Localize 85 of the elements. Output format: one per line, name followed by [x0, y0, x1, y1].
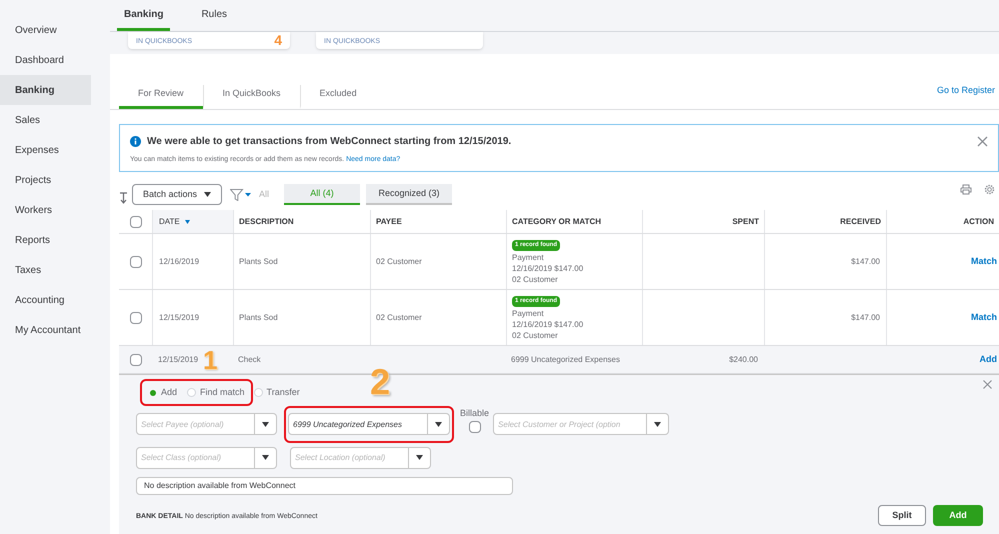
sidebar-item[interactable]: Sales: [0, 105, 110, 135]
close-icon[interactable]: [977, 136, 988, 147]
caret-icon: [654, 422, 662, 426]
table-cell: 12/15/2019: [159, 312, 200, 324]
table-cell: $147.00: [851, 312, 880, 324]
checkbox[interactable]: [130, 216, 142, 228]
card-count: 4: [274, 33, 282, 48]
table-cell: 02 Customer: [376, 312, 422, 324]
sort-icon[interactable]: [119, 192, 128, 204]
billable-checkbox[interactable]: [468, 421, 481, 434]
page-tab[interactable]: Rules: [194, 7, 234, 32]
table-cell: Check: [238, 354, 261, 366]
dropdown-button[interactable]: [428, 413, 450, 435]
dropdown-field[interactable]: Select Payee (optional): [136, 413, 255, 435]
dropdown-button[interactable]: [409, 446, 431, 469]
column-header: SPENT: [732, 216, 759, 228]
printer-icon[interactable]: [960, 184, 972, 195]
dropdown-button[interactable]: [647, 413, 670, 435]
table-cell: Plants Sod: [239, 256, 278, 268]
match-detail: Payment: [512, 308, 545, 318]
annotation-number: 1: [203, 347, 218, 373]
sidebar-item[interactable]: Expenses: [0, 135, 110, 165]
banner-title: We were able to get transactions from WebConnect starting from 12/15/2019.: [147, 135, 512, 149]
caret-icon: [204, 192, 212, 197]
table-cell: $147.00: [851, 256, 880, 268]
billable-label: Billable: [460, 406, 490, 420]
dropdown-field[interactable]: Select Class (optional): [136, 446, 255, 469]
match-detail: 12/16/2019 $147.00: [512, 320, 584, 328]
batch-actions-button[interactable]: Batch actions: [132, 184, 222, 205]
row-action-link[interactable]: Match: [970, 310, 997, 324]
checkbox[interactable]: [130, 354, 142, 366]
sort-caret-icon: [184, 220, 190, 224]
sidebar-item[interactable]: Dashboard: [0, 45, 110, 75]
column-header: DESCRIPTION: [239, 216, 294, 228]
match-detail: 02 Customer: [512, 274, 559, 284]
match-detail: 02 Customer: [512, 330, 559, 340]
column-header: PAYEE: [376, 216, 402, 228]
table-cell: Plants Sod: [239, 312, 278, 324]
table-cell: 12/16/2019: [159, 256, 200, 268]
dropdown-field[interactable]: 6999 Uncategorized Expenses: [288, 413, 428, 435]
caret-icon: [262, 422, 269, 426]
sidebar-item[interactable]: Workers: [0, 195, 110, 225]
dropdown-field[interactable]: Select Customer or Project (option: [493, 413, 648, 435]
split-button[interactable]: Split: [878, 505, 926, 526]
memo-field[interactable]: No description available from WebConnect: [136, 476, 513, 495]
match-detail: 12/16/2019 $147.00: [512, 264, 584, 272]
close-icon[interactable]: [983, 380, 992, 389]
sidebar-item[interactable]: Taxes: [0, 255, 110, 285]
review-tab[interactable]: Excluded: [300, 85, 376, 109]
mode-radio[interactable]: Add: [148, 386, 178, 400]
sidebar-item[interactable]: Overview: [0, 15, 110, 45]
table-cell: $240.00: [729, 354, 758, 366]
sidebar-item[interactable]: Banking: [0, 75, 91, 105]
dropdown-button[interactable]: [255, 446, 277, 469]
info-icon: [130, 136, 141, 147]
column-header: CATEGORY OR MATCH: [512, 216, 602, 228]
table-cell: 02 Customer: [376, 256, 422, 268]
checkbox[interactable]: [130, 312, 142, 324]
row-action-link[interactable]: Add: [980, 352, 997, 366]
row-action-link[interactable]: Match: [970, 254, 997, 268]
register-link[interactable]: Go to Register: [936, 84, 999, 109]
caret-icon: [262, 455, 269, 460]
sidebar-item[interactable]: My Accountant: [0, 315, 110, 345]
sidebar-item[interactable]: Projects: [0, 165, 110, 195]
filter-tab[interactable]: Recognized (3): [366, 184, 452, 205]
table-cell: 12/15/2019: [158, 354, 198, 366]
match-detail: Payment: [512, 252, 545, 262]
sidebar-item[interactable]: Accounting: [0, 285, 110, 315]
column-header: ACTION: [963, 216, 994, 228]
filter-icon[interactable]: [230, 188, 252, 200]
caret-icon: [435, 422, 442, 426]
mode-radio[interactable]: Transfer: [254, 386, 300, 400]
checkbox[interactable]: [130, 256, 142, 268]
table-cell: 6999 Uncategorized Expenses: [511, 354, 620, 366]
column-header[interactable]: DATE: [159, 216, 180, 228]
filter-label: All: [259, 188, 270, 201]
dropdown-button[interactable]: [255, 413, 277, 435]
review-tab[interactable]: For Review: [119, 85, 203, 109]
review-tab[interactable]: In QuickBooks: [202, 85, 300, 109]
mode-radio[interactable]: Find match: [187, 386, 245, 400]
column-header: RECEIVED: [840, 216, 881, 228]
settings-icon[interactable]: [984, 184, 995, 195]
dropdown-field[interactable]: Select Location (optional): [290, 446, 409, 469]
sidebar-item[interactable]: Reports: [0, 225, 110, 255]
caret-icon: [416, 455, 423, 460]
